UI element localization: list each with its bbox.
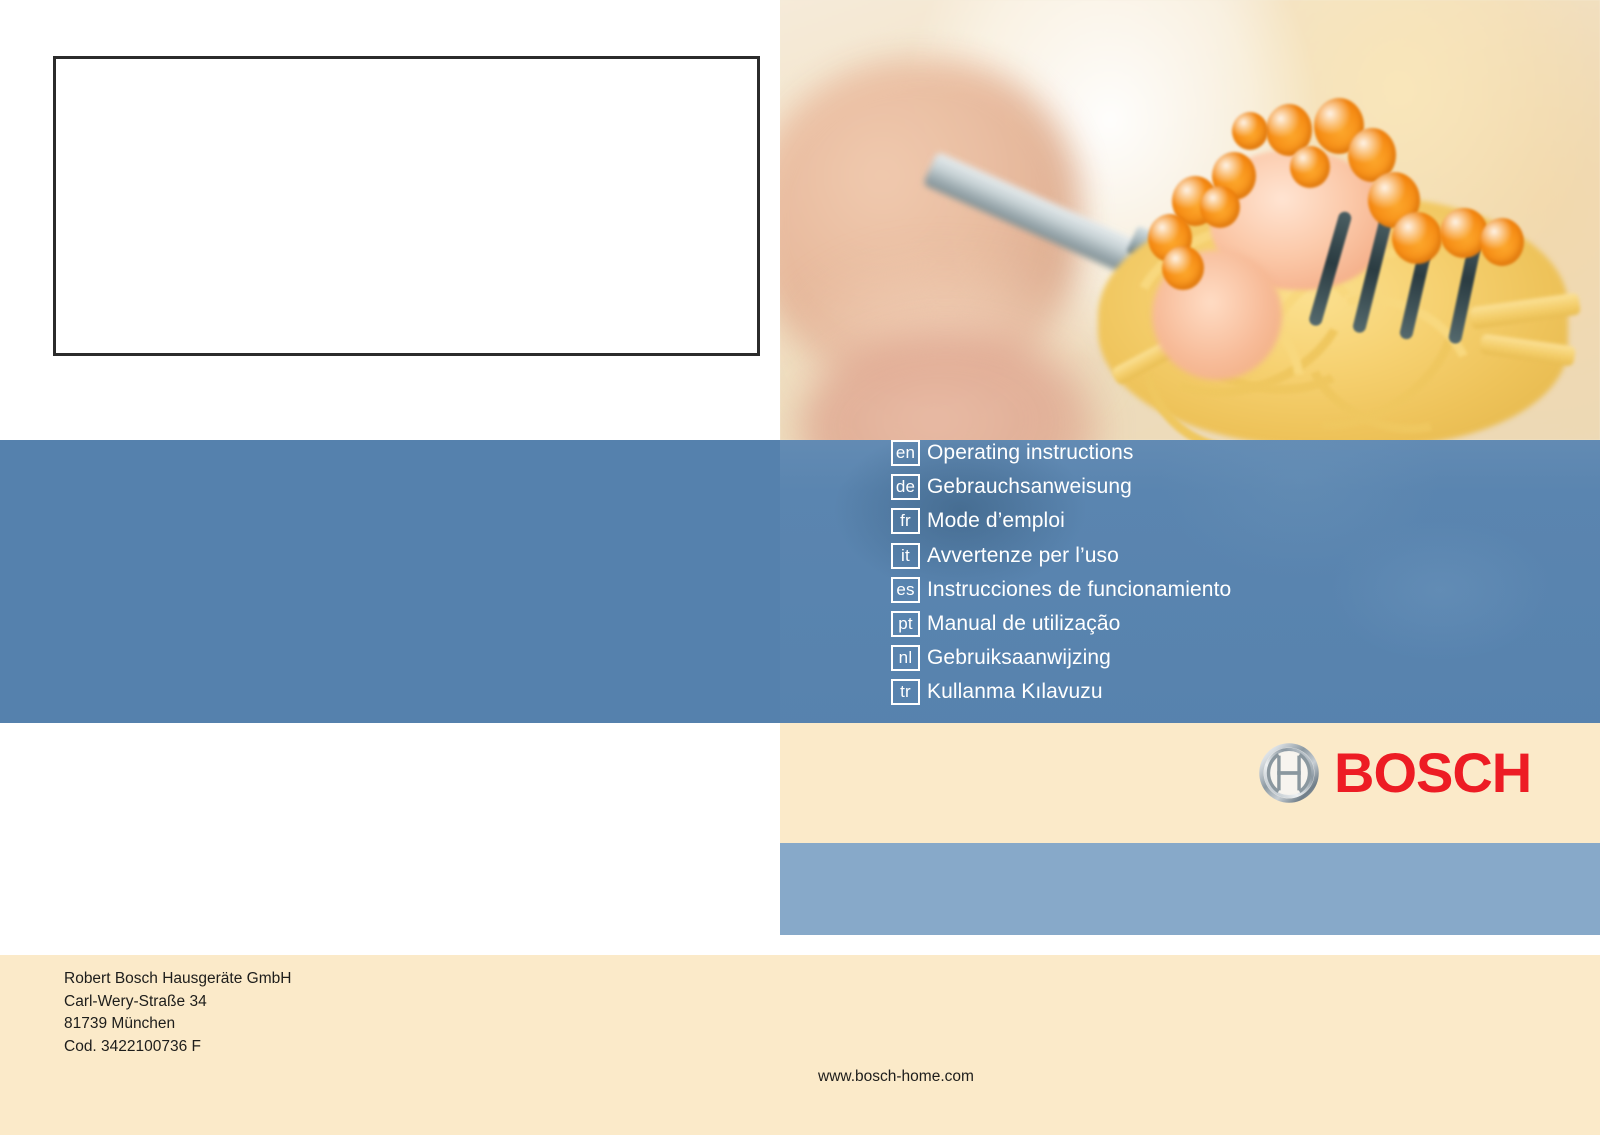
cover-photo-image	[780, 0, 1600, 440]
language-title: Mode d’emploi	[927, 509, 1065, 533]
language-code-badge: it	[891, 542, 920, 569]
address-line-code: Cod. 3422100736 F	[64, 1037, 202, 1055]
language-row-fr: fr Mode d’emploi	[891, 504, 1551, 538]
manual-cover-page: en Operating instructions de Gebrauchsan…	[0, 0, 1600, 1135]
language-code-badge: es	[891, 576, 920, 603]
photo-roe-bead	[1232, 112, 1268, 150]
address-line-city: 81739 München	[64, 1015, 176, 1032]
language-code-badge: nl	[891, 645, 920, 672]
bosch-armature-icon	[1259, 743, 1319, 803]
language-row-pt: pt Manual de utilização	[891, 607, 1551, 641]
language-row-de: de Gebrauchsanweisung	[891, 470, 1551, 504]
photo-roe-bead	[1480, 218, 1524, 266]
language-title: Instrucciones de funcionamiento	[927, 577, 1232, 601]
language-row-nl: nl Gebruiksaanwijzing	[891, 641, 1551, 675]
light-blue-band-right	[780, 843, 1600, 935]
photo-roe-bead	[1200, 186, 1240, 228]
website-url[interactable]: www.bosch-home.com	[818, 1068, 974, 1086]
blue-band-left	[0, 440, 780, 723]
language-code-badge: fr	[891, 508, 920, 535]
photo-roe-bead	[1290, 146, 1330, 188]
language-title: Kullanma Kılavuzu	[927, 680, 1103, 704]
photo-roe-bead	[1392, 212, 1442, 264]
language-title: Manual de utilização	[927, 612, 1121, 636]
language-code-badge: de	[891, 474, 920, 501]
model-title-box	[53, 56, 760, 356]
language-row-es: es Instrucciones de funcionamiento	[891, 573, 1551, 607]
bosch-wordmark: BOSCH	[1334, 741, 1532, 804]
language-title: Gebruiksaanwijzing	[927, 646, 1111, 670]
language-title: Avvertenze per l’uso	[927, 543, 1119, 567]
photo-roe-bead	[1162, 246, 1204, 290]
language-code-badge: en	[891, 440, 920, 467]
address-line-street: Carl-Wery-Straße 34	[64, 992, 207, 1010]
language-title: Gebrauchsanweisung	[927, 475, 1132, 499]
language-row-tr: tr Kullanma Kılavuzu	[891, 675, 1551, 709]
language-title: Operating instructions	[927, 441, 1134, 465]
language-code-badge: tr	[891, 679, 920, 706]
language-row-en: en Operating instructions	[891, 436, 1551, 470]
address-line-company: Robert Bosch Hausgeräte GmbH	[64, 970, 292, 987]
language-list: en Operating instructions de Gebrauchsan…	[891, 436, 1551, 710]
company-address: Robert Bosch Hausgeräte GmbH Carl-Wery-S…	[64, 968, 291, 1058]
bosch-logo: BOSCH	[1258, 741, 1532, 804]
language-row-it: it Avvertenze per l’uso	[891, 539, 1551, 573]
language-code-badge: pt	[891, 611, 920, 638]
